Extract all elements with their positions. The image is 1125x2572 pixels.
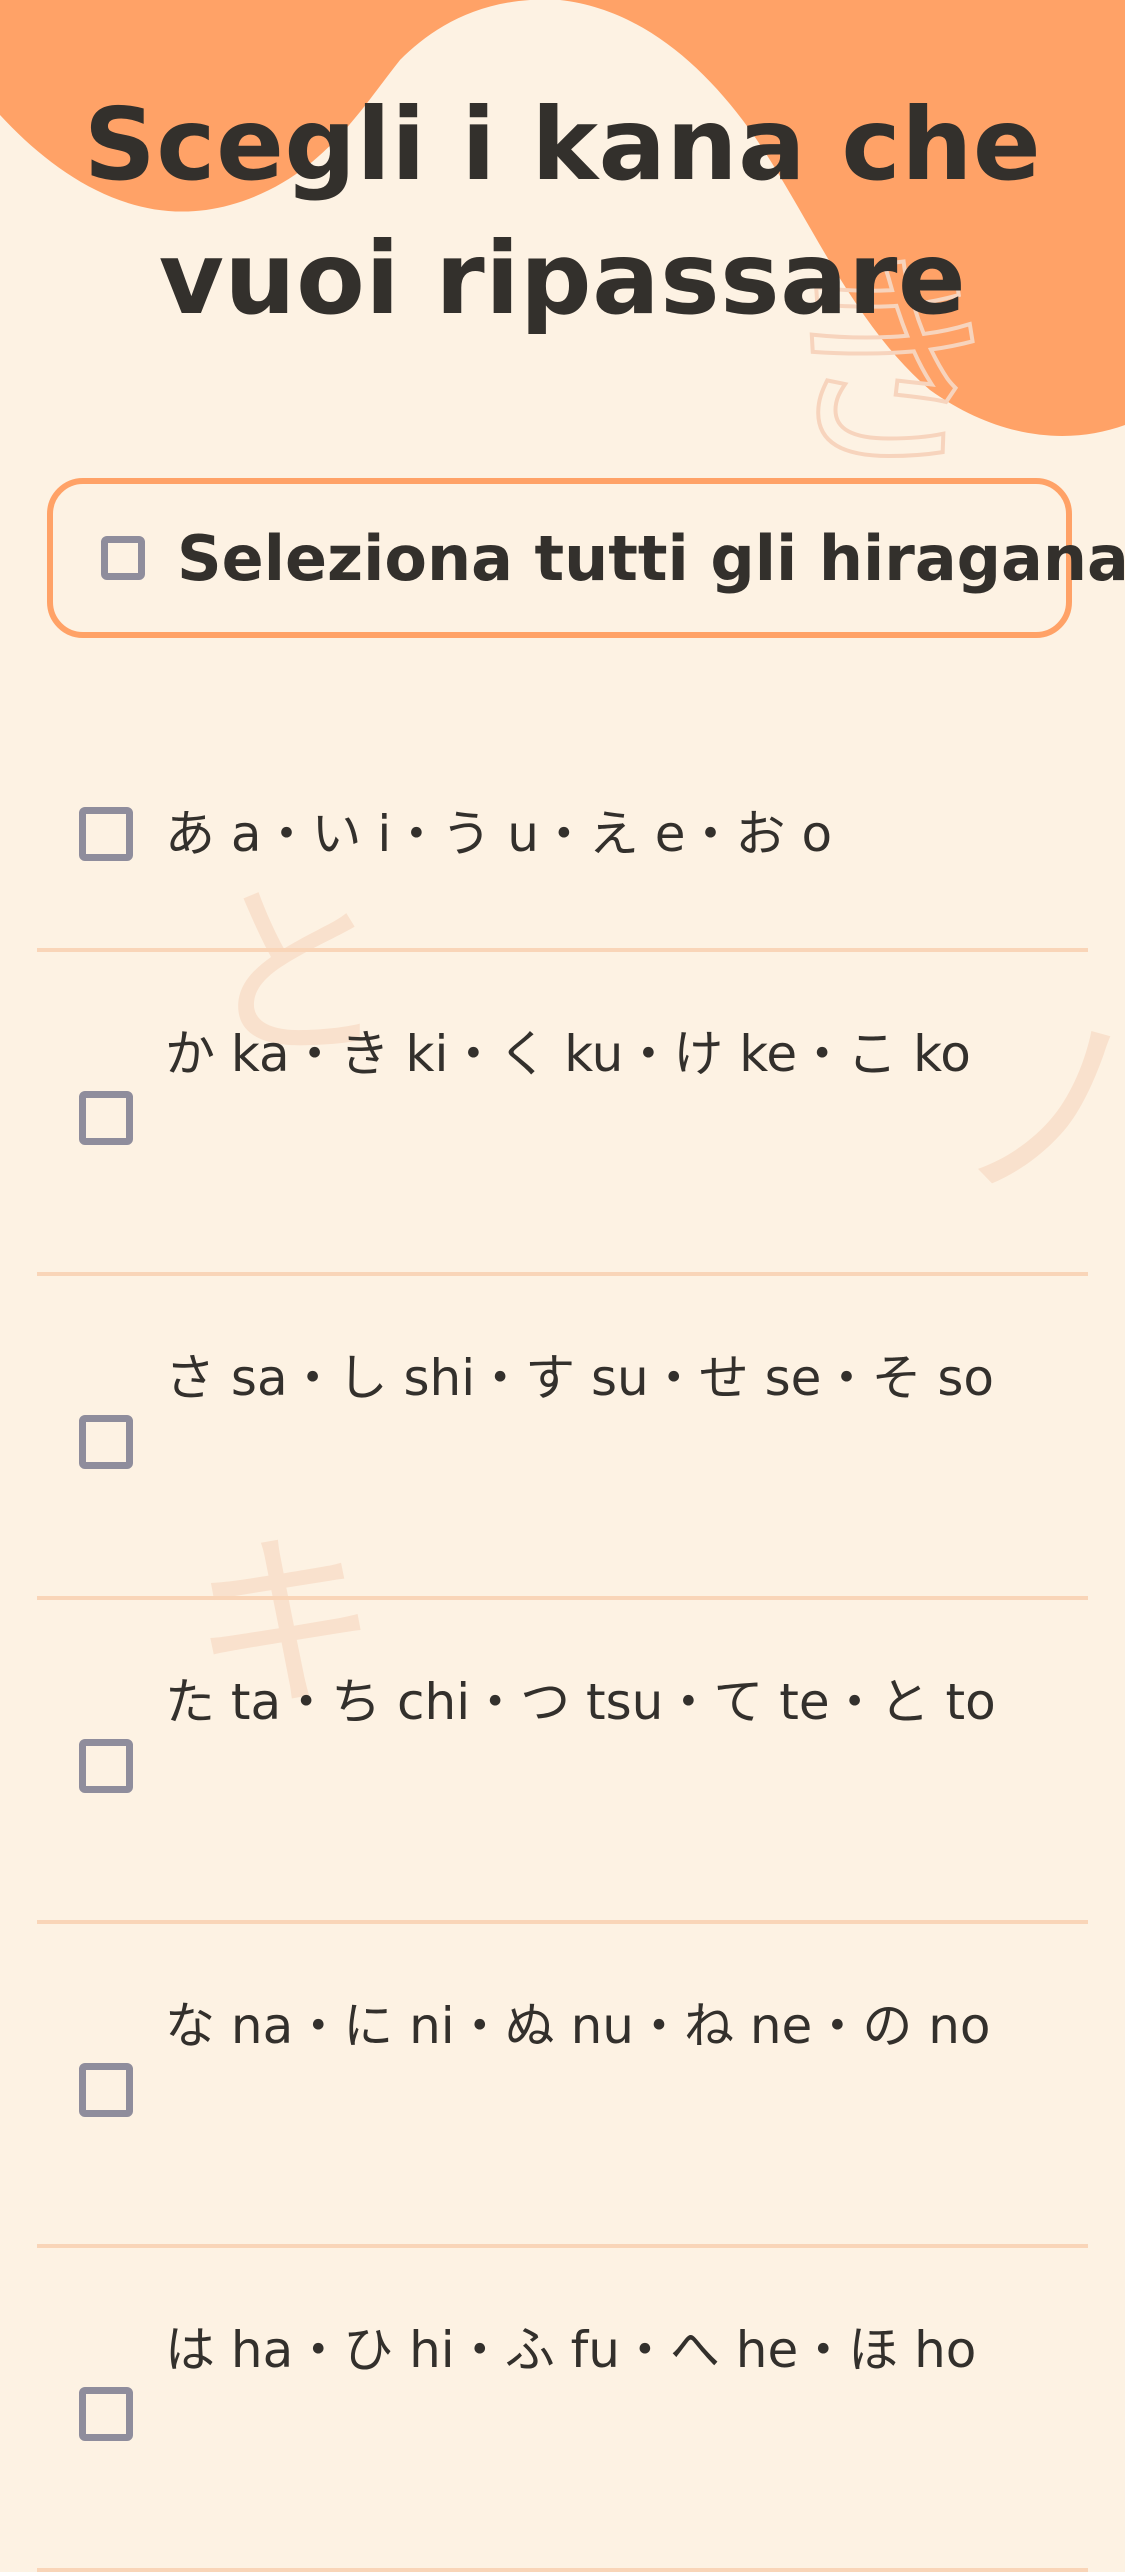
kana-row-checkbox[interactable] xyxy=(79,2387,133,2441)
page-title: Scegli i kana che vuoi ripassare xyxy=(83,86,1042,337)
kana-row-a[interactable]: あ a・い i・う u・え e・お o xyxy=(37,740,1088,952)
kana-row-checkbox[interactable] xyxy=(79,2063,133,2117)
kana-row-label: は ha・ひ hi・ふ fu・へ he・ほ ho xyxy=(165,2321,977,2379)
select-all-hiragana-toggle[interactable]: Seleziona tutti gli hiragana xyxy=(47,478,1125,638)
kana-row-label: た ta・ち chi・つ tsu・て te・と to xyxy=(165,1673,996,1731)
kana-row-checkbox[interactable] xyxy=(79,1739,133,1793)
kana-row-ka[interactable]: か ka・き ki・く ku・け ke・こ ko xyxy=(37,952,1088,1276)
select-all-label: Seleziona tutti gli hiragana xyxy=(177,521,1125,595)
kana-row-checkbox[interactable] xyxy=(79,1415,133,1469)
kana-row-list: あ a・い i・う u・え e・お o か ka・き ki・く ku・け ke・… xyxy=(37,740,1088,2572)
kana-row-label: あ a・い i・う u・え e・お o xyxy=(165,805,833,863)
kana-row-label: な na・に ni・ぬ nu・ね ne・の no xyxy=(165,1997,991,2055)
kana-row-sa[interactable]: さ sa・し shi・す su・せ se・そ so xyxy=(37,1276,1088,1600)
kana-row-checkbox[interactable] xyxy=(79,807,133,861)
kana-row-ha[interactable]: は ha・ひ hi・ふ fu・へ he・ほ ho xyxy=(37,2248,1088,2572)
kana-row-label: さ sa・し shi・す su・せ se・そ so xyxy=(165,1349,994,1407)
kana-row-checkbox[interactable] xyxy=(79,1091,133,1145)
select-all-checkbox[interactable] xyxy=(101,536,145,580)
kana-row-ta[interactable]: た ta・ち chi・つ tsu・て te・と to xyxy=(37,1600,1088,1924)
kana-row-label: か ka・き ki・く ku・け ke・こ ko xyxy=(165,1025,971,1083)
kana-row-na[interactable]: な na・に ni・ぬ nu・ね ne・の no xyxy=(37,1924,1088,2248)
